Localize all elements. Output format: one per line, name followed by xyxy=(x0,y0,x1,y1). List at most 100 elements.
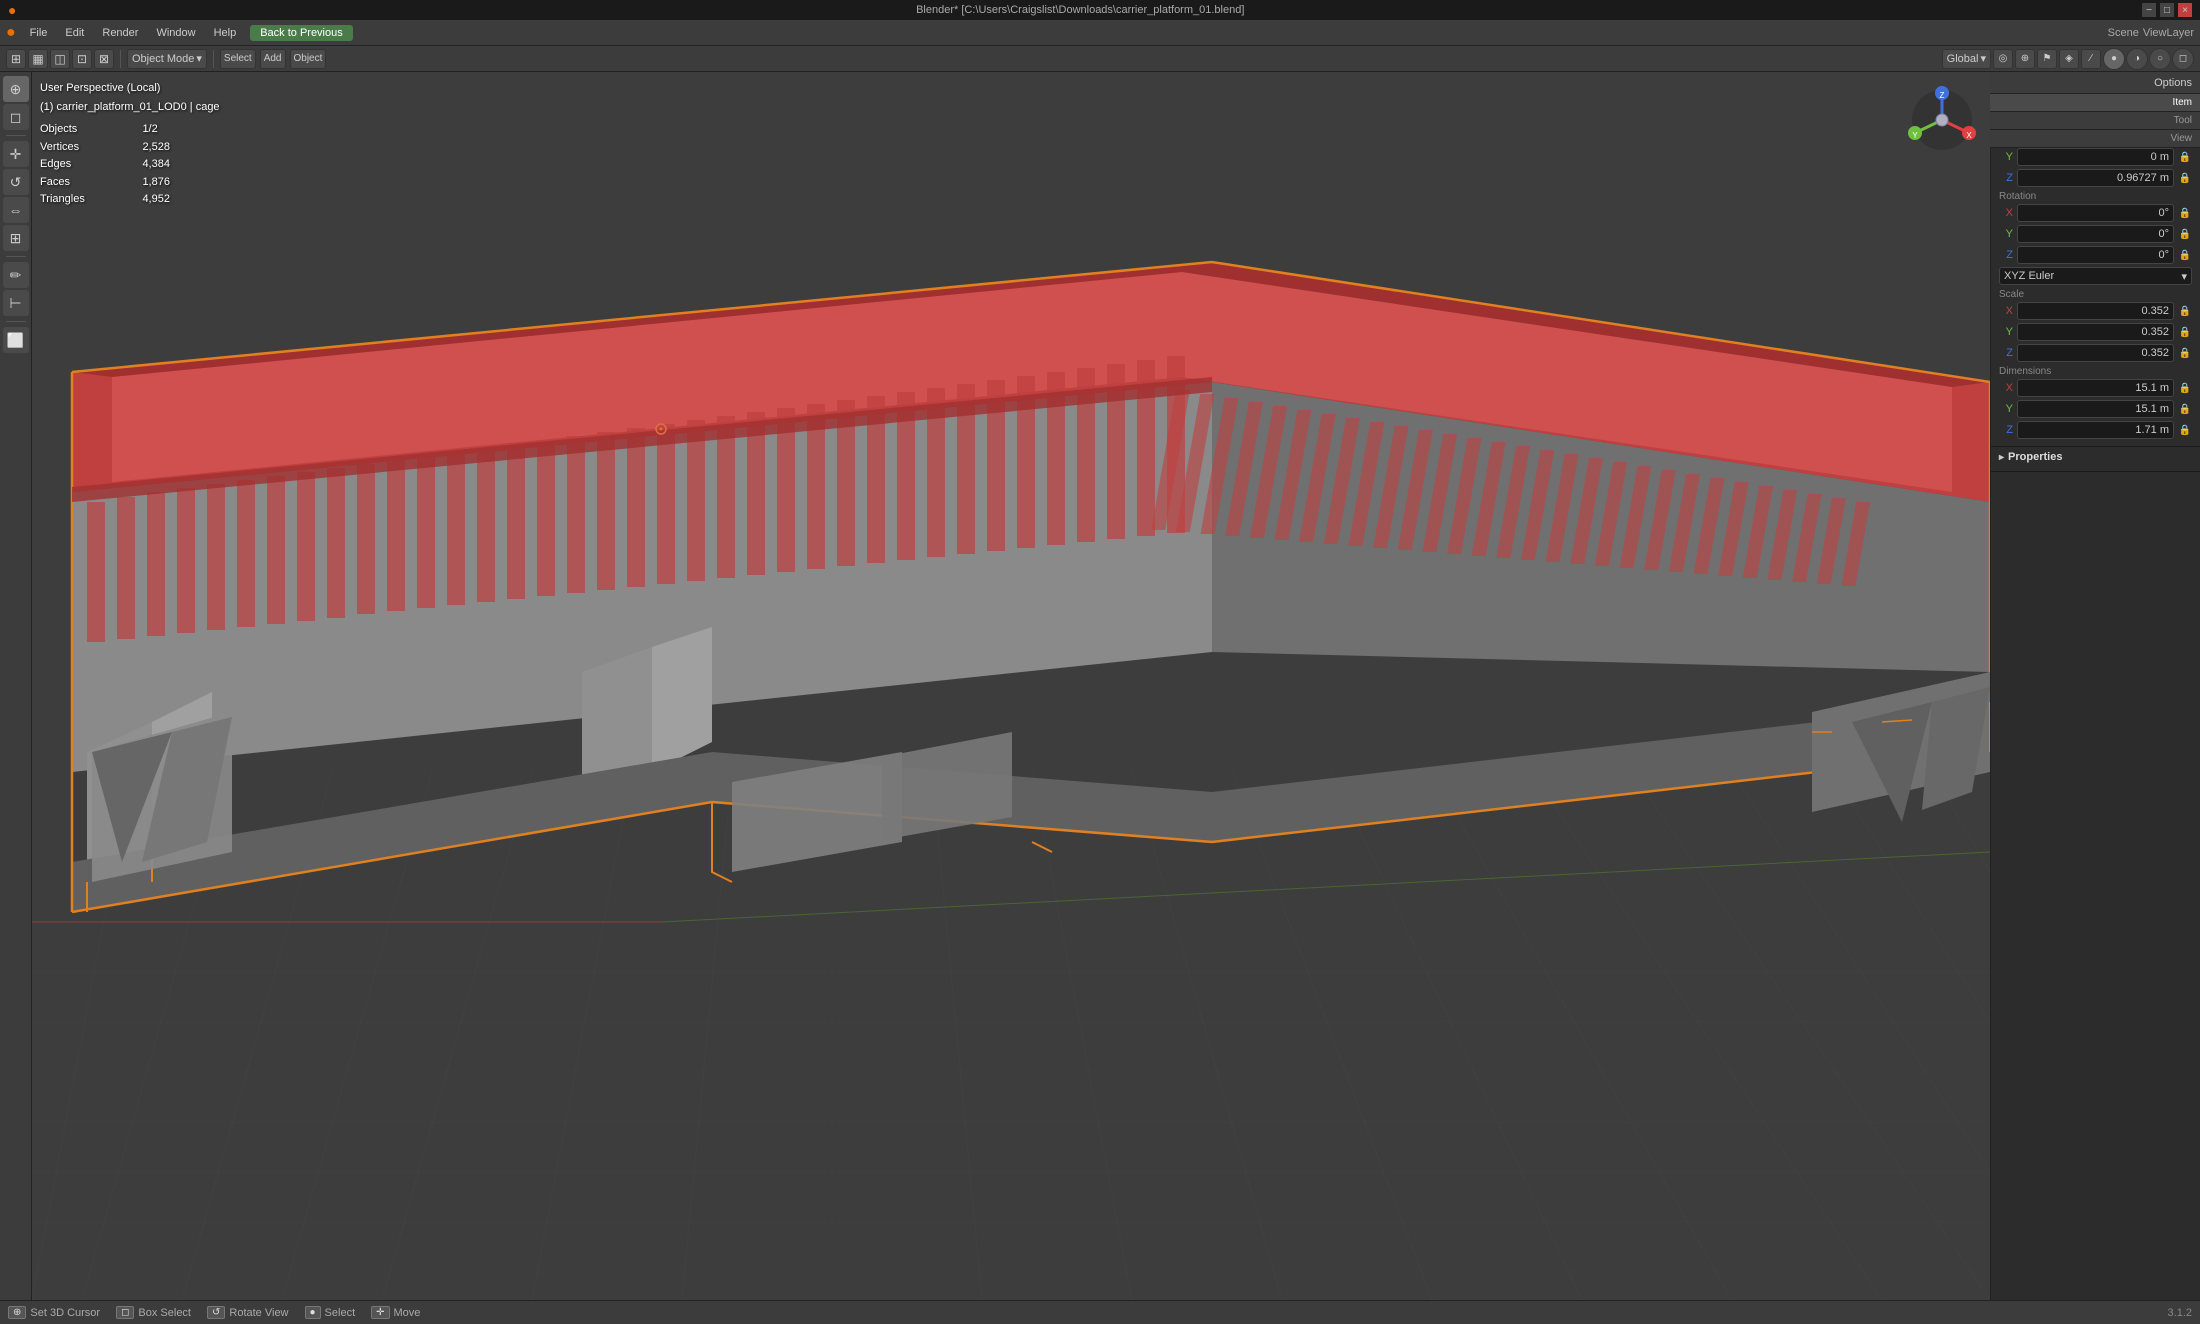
tool-separator-1 xyxy=(6,135,26,136)
stats-panel: Objects 1/2 Vertices 2,528 Edges 4,384 F… xyxy=(40,121,220,208)
transform-tool[interactable]: ⊞ xyxy=(3,225,29,251)
rotation-y-lock[interactable]: 🔒 xyxy=(2178,225,2192,243)
dimensions-z-field[interactable]: 1.71 m xyxy=(2017,421,2174,439)
scale-y-row: Y 0.352 🔒 xyxy=(1999,323,2192,341)
measure-tool[interactable]: ⊢ xyxy=(3,290,29,316)
viewport-gizmo[interactable]: Z X Y xyxy=(1902,80,1982,160)
menu-help[interactable]: Help xyxy=(206,25,245,41)
object-mode-select[interactable]: Object Mode ▾ xyxy=(127,49,207,69)
titlebar-title: Blender* [C:\Users\Craigslist\Downloads\… xyxy=(22,4,2138,16)
solid-mode-btn[interactable]: ● xyxy=(2103,48,2125,70)
menu-edit[interactable]: Edit xyxy=(57,25,92,41)
dimensions-y-lock[interactable]: 🔒 xyxy=(2178,400,2192,418)
svg-text:Z: Z xyxy=(1940,91,1945,100)
rotation-z-label: Z xyxy=(1999,249,2013,261)
tool-separator-2 xyxy=(6,256,26,257)
dimensions-label: Dimensions xyxy=(1999,366,2192,377)
rotation-z-field[interactable]: 0° xyxy=(2017,246,2174,264)
minimize-button[interactable]: − xyxy=(2142,3,2156,17)
icon-btn-3[interactable]: ◫ xyxy=(50,49,70,69)
tab-tool[interactable]: Tool xyxy=(1990,112,2200,130)
scale-z-field[interactable]: 0.352 xyxy=(2017,344,2174,362)
maximize-button[interactable]: □ xyxy=(2160,3,2174,17)
icon-btn-2[interactable]: ▦ xyxy=(28,49,48,69)
properties-title[interactable]: ▸ Properties xyxy=(1999,451,2192,463)
statusbar: ⊕ Set 3D Cursor ◻ Box Select ↺ Rotate Vi… xyxy=(0,1300,2200,1324)
rotation-z-row: Z 0° 🔒 xyxy=(1999,246,2192,264)
annotate-tool[interactable]: ✏ xyxy=(3,262,29,288)
divider-2 xyxy=(213,50,214,68)
objects-value: 1/2 xyxy=(142,121,219,138)
faces-value: 1,876 xyxy=(142,174,219,191)
menubar: ● File Edit Render Window Help Back to P… xyxy=(0,20,2200,46)
scale-y-field[interactable]: 0.352 xyxy=(2017,323,2174,341)
cursor-tool[interactable]: ⊕ xyxy=(3,76,29,102)
scale-y-lock[interactable]: 🔒 xyxy=(2178,323,2192,341)
scale-z-lock[interactable]: 🔒 xyxy=(2178,344,2192,362)
viewport-btn-3[interactable]: ⚑ xyxy=(2037,49,2057,69)
blender-icon: ● xyxy=(6,24,16,42)
wireframe-mode-btn[interactable]: ◻ xyxy=(2172,48,2194,70)
icon-btn-4[interactable]: ⊡ xyxy=(72,49,92,69)
tab-item[interactable]: Item xyxy=(1990,94,2200,112)
select-key: ● xyxy=(305,1306,321,1319)
euler-mode-select[interactable]: XYZ Euler ▾ xyxy=(1999,267,2192,285)
status-rotate: ↺ Rotate View xyxy=(207,1306,289,1319)
rotation-x-lock[interactable]: 🔒 xyxy=(2178,204,2192,222)
tab-view[interactable]: View xyxy=(1990,130,2200,148)
rotation-x-field[interactable]: 0° xyxy=(2017,204,2174,222)
menu-window[interactable]: Window xyxy=(148,25,203,41)
back-to-previous-button[interactable]: Back to Previous xyxy=(250,25,353,41)
select-tool[interactable]: ◻ xyxy=(3,104,29,130)
menu-render[interactable]: Render xyxy=(94,25,146,41)
viewport-btn-1[interactable]: ◎ xyxy=(1993,49,2013,69)
viewport-btn-2[interactable]: ⊕ xyxy=(2015,49,2035,69)
dimensions-z-label: Z xyxy=(1999,424,2013,436)
location-y-lock[interactable]: 🔒 xyxy=(2178,148,2192,166)
move-tool[interactable]: ✛ xyxy=(3,141,29,167)
viewport-controls: Global ▾ ◎ ⊕ ⚑ ◈ ∕ ● ◑ ○ ◻ xyxy=(1942,48,2194,70)
location-z-lock[interactable]: 🔒 xyxy=(2178,169,2192,187)
dimensions-x-lock[interactable]: 🔒 xyxy=(2178,379,2192,397)
options-button[interactable]: Options xyxy=(1990,72,2200,94)
tool-separator-3 xyxy=(6,321,26,322)
viewport-btn-4[interactable]: ◈ xyxy=(2059,49,2079,69)
rendered-mode-btn[interactable]: ○ xyxy=(2149,48,2171,70)
add-cube-tool[interactable]: ⬜ xyxy=(3,327,29,353)
viewport-mode-icons: ⊞ ▦ ◫ ⊡ ⊠ xyxy=(6,49,114,69)
viewport-btn-5[interactable]: ∕ xyxy=(2081,49,2101,69)
dimensions-y-field[interactable]: 15.1 m xyxy=(2017,400,2174,418)
dimensions-x-field[interactable]: 15.1 m xyxy=(2017,379,2174,397)
dimensions-z-row: Z 1.71 m 🔒 xyxy=(1999,421,2192,439)
global-select[interactable]: Global ▾ xyxy=(1942,49,1991,69)
object-menu[interactable]: Object xyxy=(290,49,327,69)
icon-btn-1[interactable]: ⊞ xyxy=(6,49,26,69)
scale-tool[interactable]: ⇔ xyxy=(3,197,29,223)
version-label: 3.1.2 xyxy=(2168,1307,2192,1319)
rotation-y-field[interactable]: 0° xyxy=(2017,225,2174,243)
dimensions-z-lock[interactable]: 🔒 xyxy=(2178,421,2192,439)
3d-viewport[interactable]: User Perspective (Local) (1) carrier_pla… xyxy=(32,72,1990,1300)
location-y-field[interactable]: 0 m xyxy=(2017,148,2174,166)
box-select-key: ◻ xyxy=(116,1306,134,1319)
icon-btn-5[interactable]: ⊠ xyxy=(94,49,114,69)
select-menu[interactable]: Select xyxy=(220,49,256,69)
move-label: Move xyxy=(394,1307,421,1319)
scale-x-lock[interactable]: 🔒 xyxy=(2178,302,2192,320)
status-box-select: ◻ Box Select xyxy=(116,1306,191,1319)
scale-x-label: X xyxy=(1999,305,2013,317)
status-move: ✛ Move xyxy=(371,1306,420,1319)
close-button[interactable]: × xyxy=(2178,3,2192,17)
scale-x-field[interactable]: 0.352 xyxy=(2017,302,2174,320)
vertices-label: Vertices xyxy=(40,139,134,156)
location-z-field[interactable]: 0.96727 m xyxy=(2017,169,2174,187)
svg-text:X: X xyxy=(1966,131,1972,140)
rotate-tool[interactable]: ↺ xyxy=(3,169,29,195)
box-select-label: Box Select xyxy=(138,1307,191,1319)
rotation-z-lock[interactable]: 🔒 xyxy=(2178,246,2192,264)
rotation-y-row: Y 0° 🔒 xyxy=(1999,225,2192,243)
menu-file[interactable]: File xyxy=(22,25,56,41)
add-menu[interactable]: Add xyxy=(260,49,286,69)
titlebar: ● Blender* [C:\Users\Craigslist\Download… xyxy=(0,0,2200,20)
material-mode-btn[interactable]: ◑ xyxy=(2126,48,2148,70)
